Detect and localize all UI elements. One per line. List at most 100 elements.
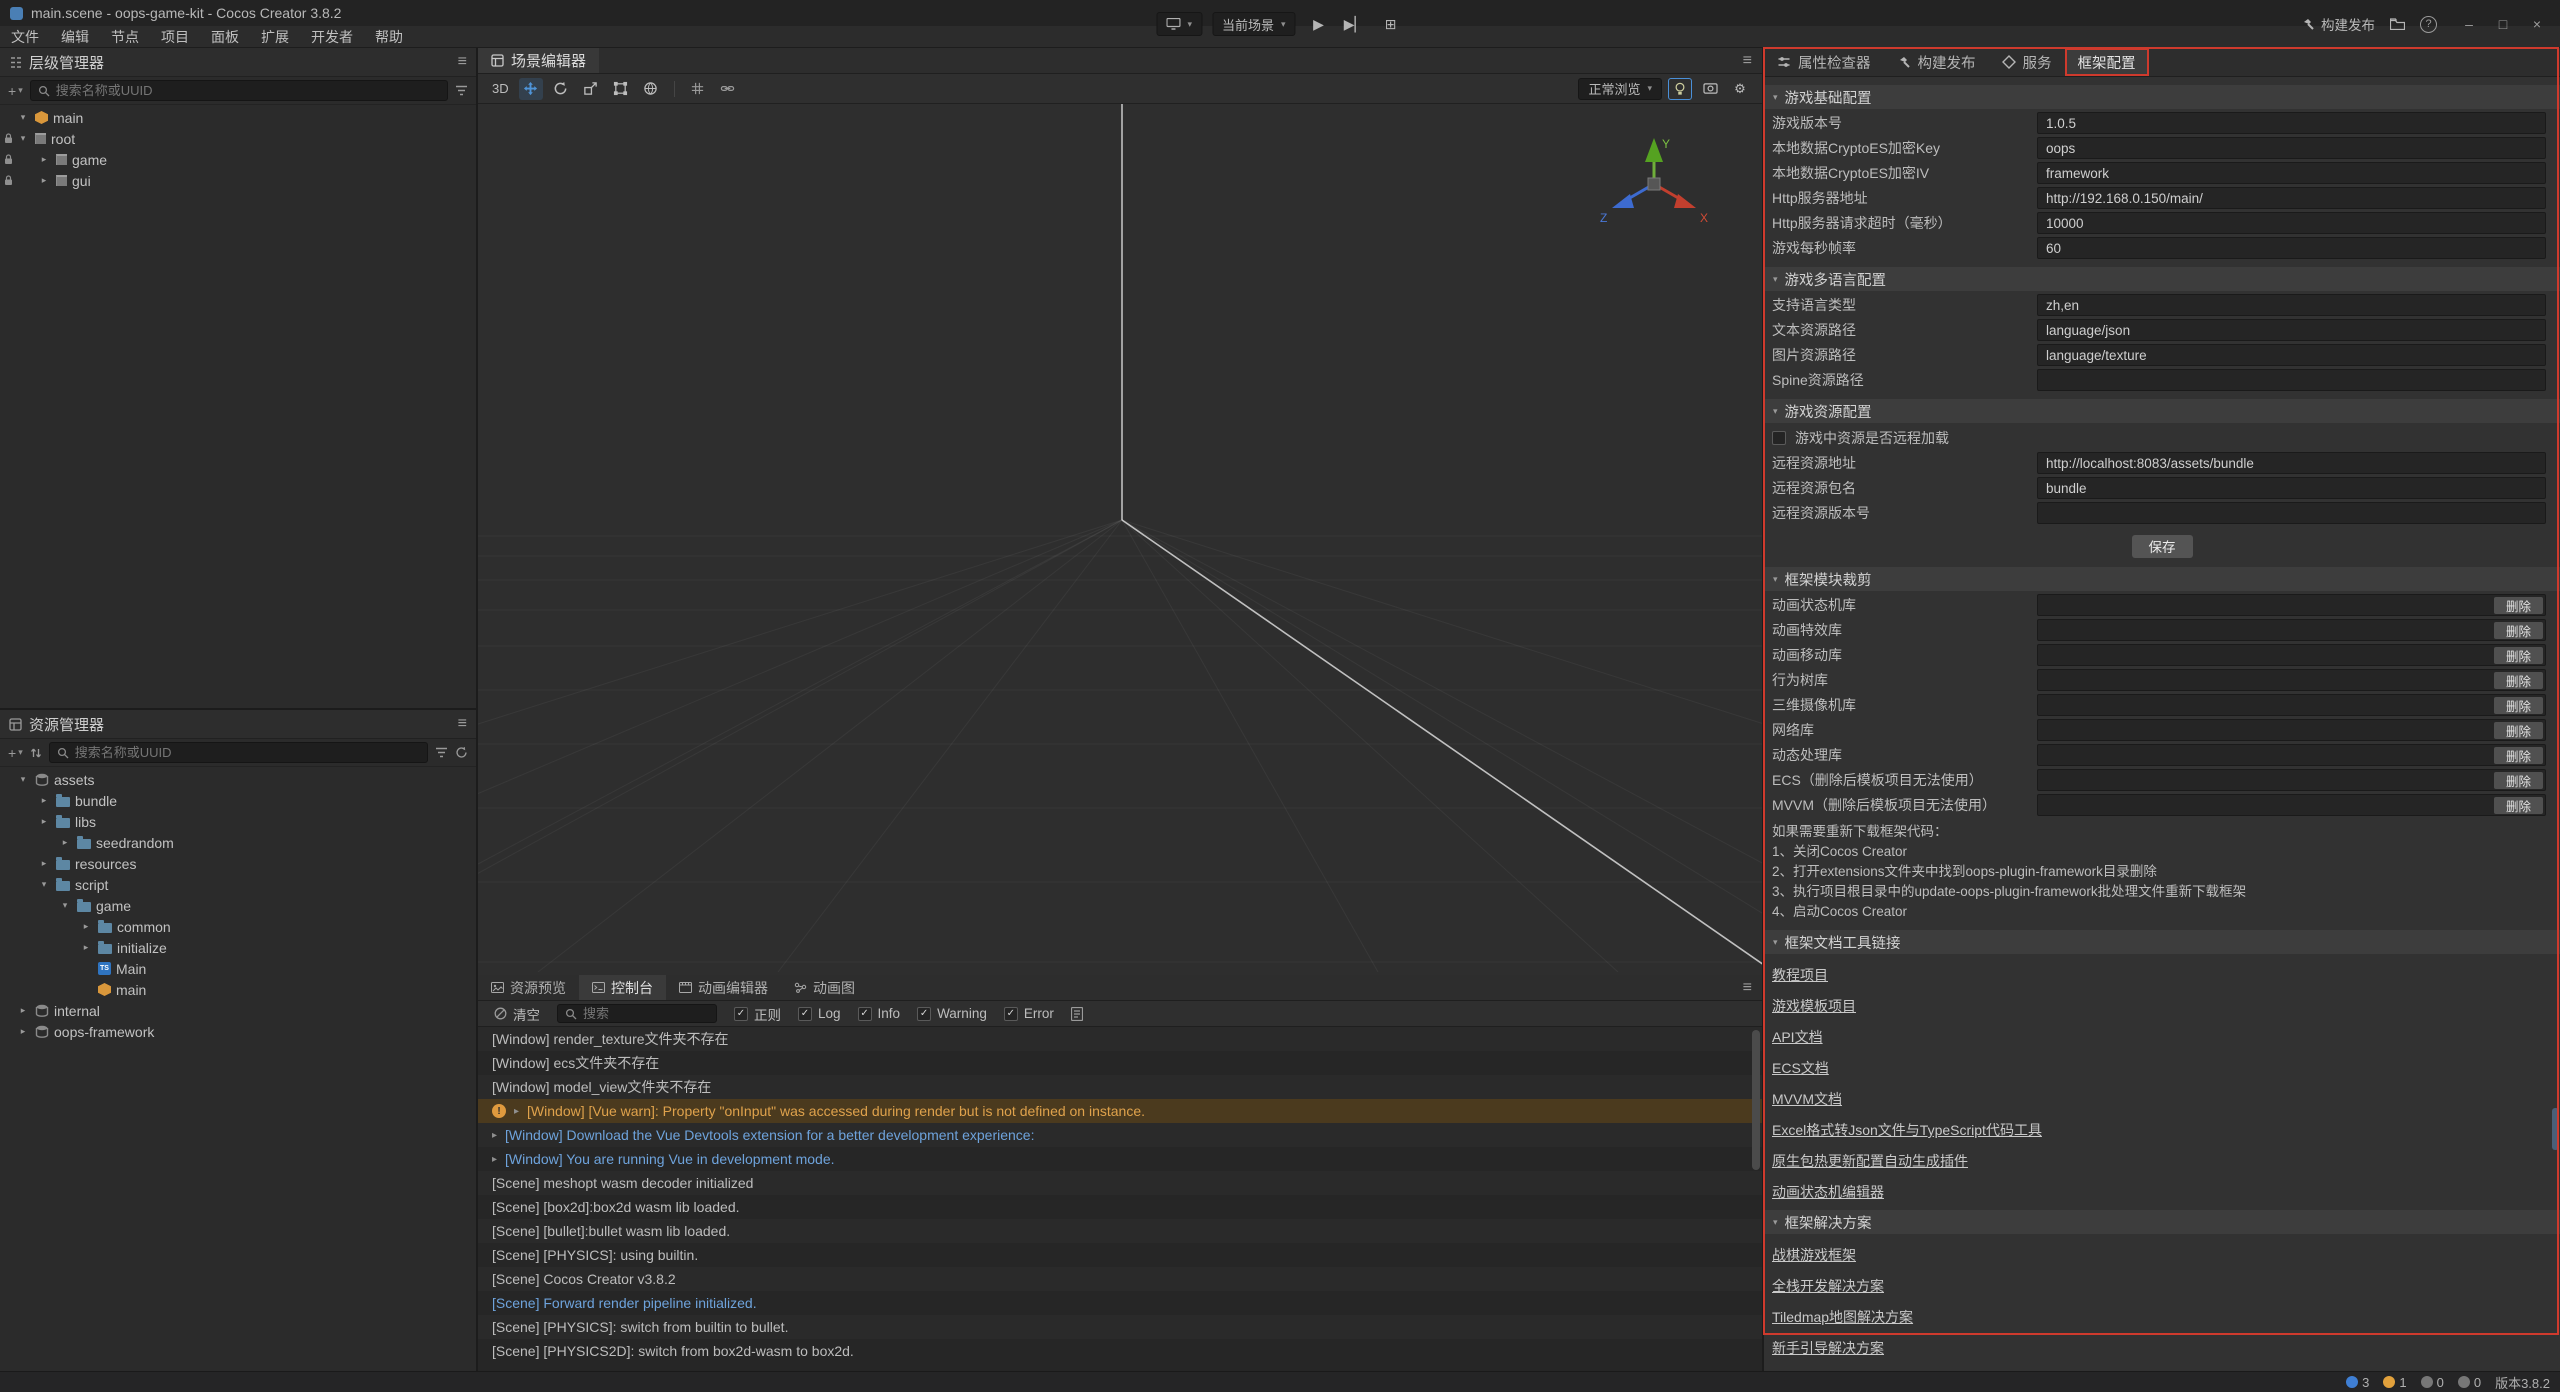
asset-node-bundle[interactable]: ▸bundle [0,790,476,811]
collapse-arrow-icon[interactable]: ▾ [16,774,30,785]
link-template-project[interactable]: 游戏模板项目 [1772,996,1856,1016]
link-excel-tool[interactable]: Excel格式转Json文件与TypeScript代码工具 [1772,1120,2042,1140]
console-log-row[interactable]: [Scene] [box2d]:box2d wasm lib loaded. [478,1195,1762,1219]
tab-animation-editor[interactable]: 动画编辑器 [666,975,781,1000]
delete-camera-3d-button[interactable]: 删除 [2494,697,2543,714]
remote-load-checkbox[interactable] [1772,431,1786,445]
collapse-arrow-icon[interactable]: ▾ [37,879,51,890]
expand-arrow-icon[interactable]: ▸ [58,837,72,848]
console-log-row[interactable]: [Scene] [PHYSICS]: using builtin. [478,1243,1762,1267]
project-folder-button[interactable] [2390,18,2405,30]
collapse-arrow-icon[interactable]: ▾ [1773,1217,1778,1228]
menu-edit[interactable]: 编辑 [50,26,100,47]
create-asset-button[interactable]: +▾ [8,745,23,761]
help-button[interactable]: ? [2420,16,2437,33]
crypto-iv-input[interactable] [2037,162,2546,184]
error-count[interactable]: 0 [2421,1375,2444,1390]
asset-node-libs[interactable]: ▸libs [0,811,476,832]
link-hotupdate-plugin[interactable]: 原生包热更新配置自动生成插件 [1772,1151,1968,1171]
game-version-input[interactable] [2037,112,2546,134]
delete-mvvm-button[interactable]: 删除 [2494,797,2543,814]
gear-icon[interactable]: ⚙ [1728,78,1752,100]
checkbox-error[interactable]: ✓ [1004,1007,1018,1021]
crypto-key-input[interactable] [2037,137,2546,159]
asset-node-oops-framework[interactable]: ▸oops-framework [0,1021,476,1042]
tab-build-publish[interactable]: 构建发布 [1884,48,1989,76]
scene-view-config-button[interactable] [1698,78,1722,100]
collapse-arrow-icon[interactable]: ▾ [1773,92,1778,103]
expand-arrow-icon[interactable]: ▸ [37,816,51,827]
remote-bundle-input[interactable] [2037,477,2546,499]
collapse-arrow-icon[interactable]: ▾ [1773,274,1778,285]
asset-node-assets[interactable]: ▾assets [0,769,476,790]
preview-settings-button[interactable]: ⊞ [1378,12,1404,36]
console-log-row[interactable]: [Window] ecs文件夹不存在 [478,1051,1762,1075]
link-tiledmap-solution[interactable]: Tiledmap地图解决方案 [1772,1307,1913,1327]
collapse-arrow-icon[interactable]: ▾ [16,112,30,123]
console-log-row[interactable]: [Scene] Forward render pipeline initiali… [478,1291,1762,1315]
step-frame-button[interactable]: ▶▏ [1342,12,1368,36]
link-fullstack-solution[interactable]: 全栈开发解决方案 [1772,1276,1884,1296]
tab-scene-editor[interactable]: 场景编辑器 [478,48,599,73]
view-mode-select[interactable]: 正常浏览 ▾ [1578,78,1662,100]
checkbox-regex[interactable]: ✓ [734,1007,748,1021]
clear-console-button[interactable]: 清空 [494,1004,540,1024]
maximize-button[interactable]: □ [2486,9,2520,39]
console-log-row[interactable]: [Scene] [bullet]:bullet wasm lib loaded. [478,1219,1762,1243]
http-timeout-input[interactable] [2037,212,2546,234]
http-address-input[interactable] [2037,187,2546,209]
close-button[interactable]: × [2520,9,2554,39]
save-button[interactable]: 保存 [2132,535,2193,558]
asset-node-script[interactable]: ▾script [0,874,476,895]
spine-res-path-input[interactable] [2037,369,2546,391]
collapse-arrow-icon[interactable]: ▾ [1773,574,1778,585]
panel-menu-icon[interactable]: ≡ [458,715,467,733]
asset-node-main[interactable]: main [0,979,476,1000]
remote-version-input[interactable] [2037,502,2546,524]
console-log-row[interactable]: [Scene] [PHYSICS2D]: switch from box2d-w… [478,1339,1762,1363]
console-log-row[interactable]: [Scene] Cocos Creator v3.8.2 [478,1267,1762,1291]
viewport-gizmo[interactable]: Y X Z [1592,126,1716,238]
move-tool-button[interactable] [519,78,543,100]
sort-assets-icon[interactable] [30,747,42,759]
current-scene-select[interactable]: 当前场景 ▾ [1212,12,1296,36]
console-log-row[interactable]: !▸[Window] [Vue warn]: Property "onInput… [478,1099,1762,1123]
delete-effect-button[interactable]: 删除 [2494,622,2543,639]
delete-ecs-button[interactable]: 删除 [2494,772,2543,789]
hierarchy-node-root[interactable]: ▾root [0,128,476,149]
language-types-input[interactable] [2037,294,2546,316]
menu-developer[interactable]: 开发者 [300,26,364,47]
checkbox-info[interactable]: ✓ [858,1007,872,1021]
scale-tool-button[interactable] [579,78,603,100]
tab-animation-graph[interactable]: 动画图 [781,975,868,1000]
asset-node-seedrandom[interactable]: ▸seedrandom [0,832,476,853]
filter-info[interactable]: ✓Info [858,1006,901,1021]
refresh-icon[interactable] [455,746,468,759]
console-log-row[interactable]: ▸[Window] You are running Vue in develop… [478,1147,1762,1171]
inspector-scrollbar-thumb[interactable] [2552,1108,2559,1150]
rotate-tool-button[interactable] [549,78,573,100]
notify-count[interactable]: 0 [2458,1375,2481,1390]
mode-3d-button[interactable]: 3D [488,78,513,100]
assets-search-input[interactable] [75,745,420,760]
console-log-row[interactable]: ▸[Window] Download the Vue Devtools exte… [478,1123,1762,1147]
asset-node-main[interactable]: Main [0,958,476,979]
section-header-game-language[interactable]: ▾游戏多语言配置 [1764,267,2560,291]
expand-arrow-icon[interactable]: ▸ [37,154,51,165]
hierarchy-node-gui[interactable]: ▸gui [0,170,476,191]
checkbox-warning[interactable]: ✓ [917,1007,931,1021]
section-header-game-basic[interactable]: ▾游戏基础配置 [1764,85,2560,109]
console-log-row[interactable]: [Scene] meshopt wasm decoder initialized [478,1171,1762,1195]
hierarchy-node-game[interactable]: ▸game [0,149,476,170]
menu-project[interactable]: 项目 [150,26,200,47]
delete-animator-button[interactable]: 删除 [2494,597,2543,614]
menu-file[interactable]: 文件 [0,26,50,47]
console-scrollbar-thumb[interactable] [1752,1030,1760,1170]
expand-arrow-icon[interactable]: ▸ [16,1026,30,1037]
hierarchy-search-input[interactable] [56,83,440,98]
delete-dynamic-button[interactable]: 删除 [2494,747,2543,764]
link-tutorial-project[interactable]: 教程项目 [1772,965,1828,985]
preview-device-select[interactable]: ▾ [1156,12,1202,36]
expand-arrow-icon[interactable]: ▸ [492,1130,497,1141]
asset-node-internal[interactable]: ▸internal [0,1000,476,1021]
